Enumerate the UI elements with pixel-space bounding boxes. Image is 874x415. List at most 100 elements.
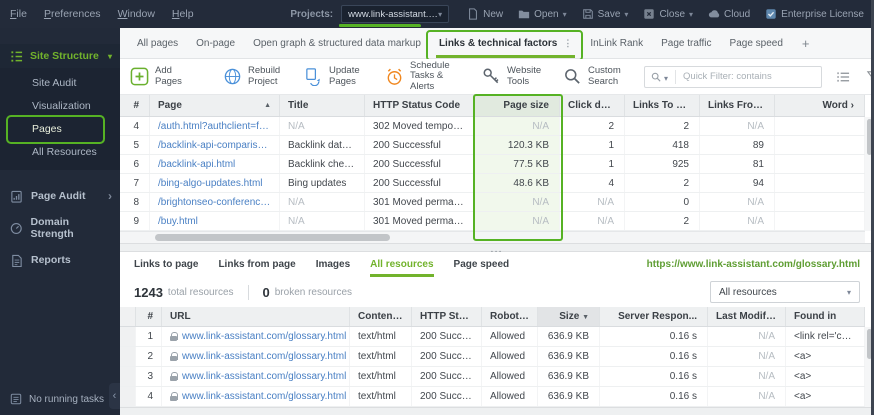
sidebar-section-site-structure[interactable]: Site Structure [0, 44, 120, 68]
column-header-links-from-page[interactable]: Links From Page [700, 95, 775, 116]
tab-links-technical-factors[interactable]: Links & technical factors [430, 28, 581, 58]
table-row[interactable]: 4 /auth.html?authclient=facebook N/A 302… [120, 117, 865, 136]
rebuild-project-icon [223, 67, 242, 86]
tab-open-graph[interactable]: Open graph & structured data markup [244, 28, 430, 58]
project-dropdown-value: www.link-assistant.com [348, 9, 438, 20]
project-dropdown[interactable]: www.link-assistant.com [341, 5, 449, 23]
resources-filter-dropdown[interactable]: All resources [710, 281, 860, 303]
sidebar-item-site-audit[interactable]: Site Audit [0, 72, 120, 95]
page-link[interactable]: /brightonseo-conference.html [150, 193, 280, 211]
page-link[interactable]: /buy.html [150, 212, 280, 230]
column-header-content-type[interactable]: Content Type [350, 307, 412, 326]
tab-page-speed-bottom[interactable]: Page speed [454, 252, 510, 277]
new-project-button[interactable]: New [467, 8, 503, 20]
table-row[interactable]: 4 www.link-assistant.com/glossary.html t… [120, 387, 865, 407]
table-row[interactable]: 7 /bing-algo-updates.html Bing updates 2… [120, 174, 865, 193]
column-header-status[interactable]: HTTP Status Code [365, 95, 475, 116]
broken-resources-label: broken resources [275, 287, 352, 298]
column-header-click-depth[interactable]: Click depth [560, 95, 625, 116]
column-header-found-in[interactable]: Found in [786, 307, 865, 326]
menu-window[interactable]: Window [118, 8, 155, 20]
column-header-last-modified[interactable]: Last Modified [708, 307, 786, 326]
tab-images[interactable]: Images [316, 252, 350, 277]
sidebar-item-all-resources[interactable]: All Resources [0, 141, 120, 164]
resource-url[interactable]: www.link-assistant.com/glossary.html [162, 367, 350, 386]
rebuild-project-button[interactable]: Rebuild Project [223, 66, 294, 87]
horizontal-scrollbar[interactable] [120, 231, 865, 243]
table-row[interactable]: 6 /backlink-api.html Backlink checker ..… [120, 155, 865, 174]
tab-all-resources[interactable]: All resources [370, 252, 433, 277]
http-status: 200 Successful [412, 367, 482, 386]
close-project-button[interactable]: Close [643, 8, 693, 20]
quick-filter-input[interactable] [683, 71, 815, 82]
tab-page-traffic[interactable]: Page traffic [652, 28, 720, 58]
scrollbar-thumb[interactable] [155, 234, 390, 241]
tasks-icon [10, 393, 22, 405]
resource-size: 636.9 KB [538, 387, 600, 406]
word-count [775, 117, 865, 135]
panel-splitter[interactable] [120, 243, 874, 252]
chevron-down-icon[interactable] [664, 68, 668, 86]
table-row[interactable]: 5 /backlink-api-comparison.html Backlink… [120, 136, 865, 155]
table-row[interactable]: 1 www.link-assistant.com/glossary.html t… [120, 327, 865, 347]
custom-search-button[interactable]: Custom Search [563, 66, 634, 87]
resource-url[interactable]: www.link-assistant.com/glossary.html [162, 327, 350, 346]
sort-desc-icon: ▼ [582, 314, 589, 321]
word-count [775, 174, 865, 192]
tab-inlink-rank[interactable]: InLink Rank [581, 28, 652, 58]
table-row[interactable]: 3 www.link-assistant.com/glossary.html t… [120, 367, 865, 387]
column-header-robots[interactable]: Robots Instr... [482, 307, 538, 326]
sidebar-collapse-handle[interactable] [109, 383, 120, 409]
resource-url[interactable]: www.link-assistant.com/glossary.html [162, 347, 350, 366]
menubar: File Preferences Window Help Projects: w… [0, 0, 874, 28]
http-status: 302 Moved temporarily [365, 117, 475, 135]
lock-icon [170, 372, 177, 381]
column-header-links-to-page[interactable]: Links To Page [625, 95, 700, 116]
table-row[interactable]: 2 www.link-assistant.com/glossary.html t… [120, 347, 865, 367]
tab-links-to-page[interactable]: Links to page [134, 252, 198, 277]
column-header-word[interactable]: Word › [775, 95, 865, 116]
column-header-title[interactable]: Title [280, 95, 365, 116]
column-header-page[interactable]: Page▲ [150, 95, 280, 116]
tab-page-speed[interactable]: Page speed [721, 28, 792, 58]
cloud-button[interactable]: Cloud [708, 8, 750, 20]
sidebar-item-reports[interactable]: Reports [0, 248, 120, 272]
page-link[interactable]: /auth.html?authclient=facebook [150, 117, 280, 135]
table-row[interactable]: 9 /buy.html N/A 301 Moved permanently N/… [120, 212, 865, 231]
save-project-button[interactable]: Save [582, 8, 629, 20]
column-header-http-status[interactable]: HTTP Status C... [412, 307, 482, 326]
resource-url[interactable]: www.link-assistant.com/glossary.html [162, 387, 350, 406]
sidebar-item-domain-strength[interactable]: Domain Strength [0, 216, 120, 240]
update-pages-button[interactable]: Update Pages [304, 66, 375, 87]
row-number: 7 [120, 174, 150, 192]
tab-all-pages[interactable]: All pages [128, 28, 187, 58]
schedule-tasks-button[interactable]: Schedule Tasks & Alerts [385, 61, 460, 93]
lock-icon [170, 352, 177, 361]
column-header-num[interactable]: # [136, 307, 162, 326]
column-header-url[interactable]: URL [162, 307, 350, 326]
add-tab-button[interactable] [792, 28, 820, 58]
sidebar-item-page-audit[interactable]: Page Audit [0, 184, 120, 208]
add-pages-button[interactable]: Add Pages [130, 66, 201, 87]
page-link[interactable]: /backlink-api-comparison.html [150, 136, 280, 154]
tab-on-page[interactable]: On-page [187, 28, 244, 58]
menu-file[interactable]: File [10, 8, 27, 20]
menu-preferences[interactable]: Preferences [44, 8, 101, 20]
sidebar-item-pages[interactable]: Pages [0, 118, 120, 141]
page-link[interactable]: /bing-algo-updates.html [150, 174, 280, 192]
list-view-icon[interactable] [836, 70, 850, 84]
tab-menu-icon[interactable] [563, 38, 572, 49]
open-project-button[interactable]: Open [518, 8, 566, 20]
site-structure-icon [10, 50, 23, 63]
column-header-size[interactable]: Size ▼ [538, 307, 600, 326]
column-header-server-response[interactable]: Server Respon... [600, 307, 708, 326]
column-header-page-size[interactable]: Page size [475, 95, 560, 116]
website-tools-button[interactable]: Website Tools [482, 66, 553, 87]
tab-links-from-page[interactable]: Links from page [218, 252, 295, 277]
enterprise-license-button[interactable]: Enterprise License [765, 8, 864, 20]
row-number: 1 [136, 327, 162, 346]
column-header-num[interactable]: # [120, 95, 150, 116]
table-row[interactable]: 8 /brightonseo-conference.html N/A 301 M… [120, 193, 865, 212]
page-link[interactable]: /backlink-api.html [150, 155, 280, 173]
menu-help[interactable]: Help [172, 8, 194, 20]
